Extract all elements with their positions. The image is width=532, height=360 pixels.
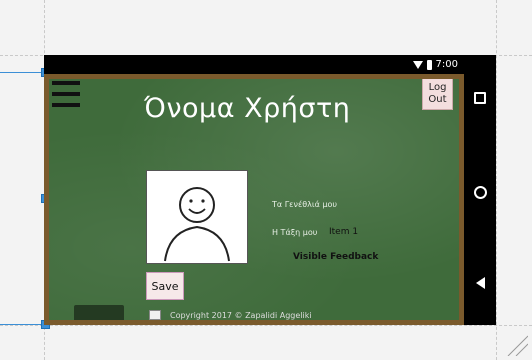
- status-bar: 7:00: [44, 55, 464, 74]
- navigation-bar: [464, 74, 496, 325]
- hobbies-label: Τα Γενέθλιά μου: [272, 200, 338, 209]
- copyright-text: Copyright 2017 © Zapalidi Aggeliki: [170, 311, 312, 320]
- logout-button[interactable]: Log Out: [422, 79, 453, 110]
- logout-label-line2: Out: [428, 93, 447, 105]
- resize-grip-icon[interactable]: [504, 332, 528, 356]
- logout-label-line1: Log: [428, 81, 447, 93]
- home-icon: [473, 186, 487, 199]
- wifi-icon: [412, 60, 423, 69]
- page-title: Όνομα Χρήστη: [144, 93, 351, 124]
- back-button[interactable]: [464, 277, 496, 289]
- app-screen: Όνομα Χρήστη Log Out Save Τα Γενέθλιά μο…: [44, 74, 464, 325]
- recent-apps-button[interactable]: [464, 92, 496, 104]
- guide-line-right: [496, 0, 497, 360]
- back-icon: [475, 277, 485, 289]
- avatar[interactable]: [146, 170, 248, 264]
- recent-apps-icon: [474, 92, 486, 104]
- device-frame: 7:00 Όνομα Χρήστη Log Out Save Τα Γενέθλ…: [44, 55, 496, 325]
- class-label: Η Τάξη μου: [272, 228, 318, 237]
- menu-icon[interactable]: [52, 81, 80, 107]
- guide-line-bottom: [0, 325, 532, 326]
- home-button[interactable]: [464, 186, 496, 199]
- selection-line-top: [0, 72, 46, 73]
- battery-icon: [426, 59, 432, 70]
- selection-line-bottom: [0, 324, 46, 325]
- chalk-eraser: [74, 305, 124, 320]
- feedback-text: Visible Feedback: [293, 252, 379, 262]
- status-time: 7:00: [435, 59, 458, 70]
- status-icons: 7:00: [412, 57, 458, 72]
- save-button[interactable]: Save: [146, 272, 184, 300]
- chalkboard-background: Όνομα Χρήστη Log Out Save Τα Γενέθλιά μο…: [49, 79, 459, 320]
- smiley-avatar-icon: [164, 187, 230, 262]
- agree-checkbox[interactable]: [149, 310, 161, 320]
- class-spinner[interactable]: Item 1: [329, 227, 358, 237]
